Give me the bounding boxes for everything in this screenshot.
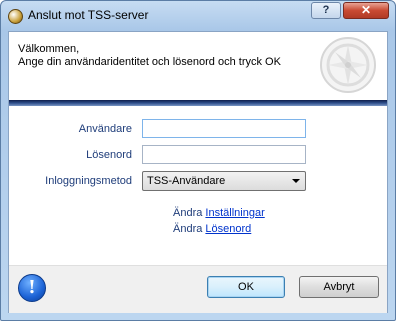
window-title: Anslut mot TSS-server xyxy=(28,8,149,22)
app-icon xyxy=(8,9,23,24)
header-divider xyxy=(9,100,387,106)
welcome-line: Välkommen, xyxy=(18,43,80,55)
username-input[interactable] xyxy=(142,119,306,138)
help-button[interactable]: ? xyxy=(311,2,341,19)
chevron-down-icon xyxy=(292,179,300,183)
login-dialog: Anslut mot TSS-server ? ✕ Välkommen, Ang… xyxy=(0,0,396,321)
change-password-prefix: Ändra xyxy=(173,223,203,235)
login-method-select[interactable]: TSS-Användare xyxy=(142,171,306,191)
change-settings-row: Ändra Inställningar xyxy=(173,207,265,219)
cancel-button[interactable]: Avbryt xyxy=(299,276,379,298)
settings-link[interactable]: Inställningar xyxy=(205,207,264,219)
info-icon: ! xyxy=(18,274,46,302)
change-password-row: Ändra Lösenord xyxy=(173,223,251,235)
password-label: Lösenord xyxy=(86,149,132,161)
ok-button[interactable]: OK xyxy=(207,276,285,298)
instruction-line: Ange din användaridentitet och lösenord … xyxy=(18,56,281,68)
close-button[interactable]: ✕ xyxy=(343,2,389,19)
dialog-body: Välkommen, Ange din användaridentitet oc… xyxy=(8,31,388,313)
title-bar: Anslut mot TSS-server ? ✕ xyxy=(1,1,395,31)
compass-icon xyxy=(320,37,376,93)
login-method-value: TSS-Användare xyxy=(147,175,226,187)
dialog-footer: ! OK Avbryt xyxy=(9,265,387,313)
password-input[interactable] xyxy=(142,145,306,164)
login-method-label: Inloggningsmetod xyxy=(45,175,132,187)
password-link[interactable]: Lösenord xyxy=(205,223,251,235)
username-label: Användare xyxy=(78,123,132,135)
change-settings-prefix: Ändra xyxy=(173,207,203,219)
welcome-text: Välkommen, Ange din användaridentitet oc… xyxy=(18,43,281,69)
